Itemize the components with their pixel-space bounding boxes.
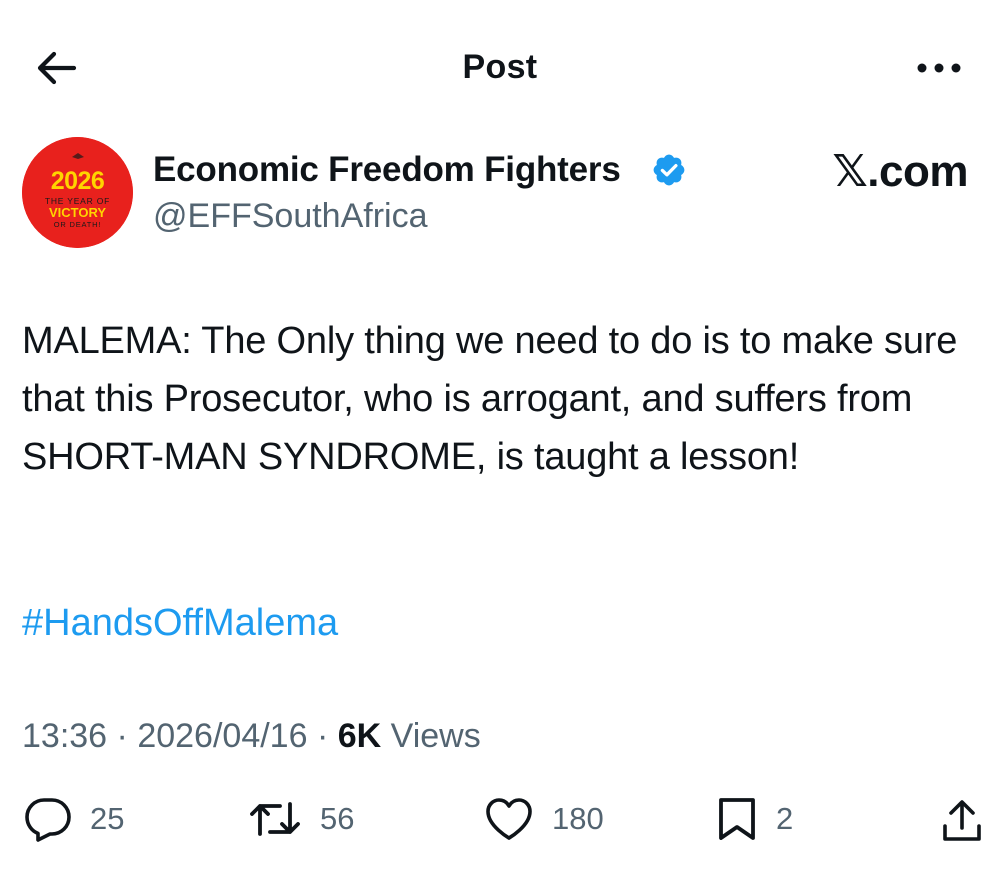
meta-separator: ·: [116, 717, 138, 755]
avatar-year-text: 2026: [51, 167, 105, 195]
like-count: 180: [552, 801, 604, 836]
page-title: Post: [462, 48, 538, 86]
views-label: Views: [390, 717, 481, 755]
reply-button[interactable]: 25: [24, 794, 124, 844]
share-icon: [943, 800, 981, 841]
brand-watermark: 𝕏.com: [832, 147, 968, 196]
author-handle[interactable]: @EFFSouthAfrica: [153, 197, 428, 236]
svg-text:2026: 2026: [51, 167, 105, 195]
top-bar: Post: [0, 0, 1000, 118]
post-text: MALEMA: The Only thing we need to do is …: [22, 320, 958, 478]
reply-icon: [25, 798, 71, 842]
heart-icon: [486, 798, 532, 840]
retweet-button[interactable]: 56: [248, 794, 354, 844]
more-options-button[interactable]: [912, 50, 968, 86]
author-name[interactable]: Economic Freedom Fighters: [153, 150, 621, 190]
avatar-line2-text: VICTORY: [49, 205, 106, 220]
like-button[interactable]: 180: [484, 794, 604, 844]
more-horizontal-icon: [917, 63, 961, 73]
verified-badge-icon: [653, 154, 685, 186]
bookmark-icon: [719, 798, 755, 840]
post-detail-page: Post 2026 THE YEAR OF VICTORY OR DEATH! …: [0, 0, 1000, 888]
post-time[interactable]: 13:36: [22, 717, 107, 755]
avatar[interactable]: 2026 THE YEAR OF VICTORY OR DEATH!: [22, 137, 133, 248]
reply-count: 25: [90, 801, 125, 836]
bookmark-button[interactable]: 2: [716, 794, 793, 844]
avatar-line3-text: OR DEATH!: [54, 220, 101, 229]
retweet-icon: [250, 802, 300, 836]
post-date[interactable]: 2026/04/16: [137, 717, 307, 755]
meta-separator: ·: [316, 717, 338, 755]
views-count: 6K: [337, 717, 382, 755]
retweet-count: 56: [320, 801, 355, 836]
share-button[interactable]: [940, 796, 984, 846]
post-meta: 13:36 · 2026/04/16 · 6K Views: [22, 717, 481, 756]
hashtag-link[interactable]: #HandsOffMalema: [22, 602, 338, 645]
bookmark-count: 2: [776, 801, 794, 836]
